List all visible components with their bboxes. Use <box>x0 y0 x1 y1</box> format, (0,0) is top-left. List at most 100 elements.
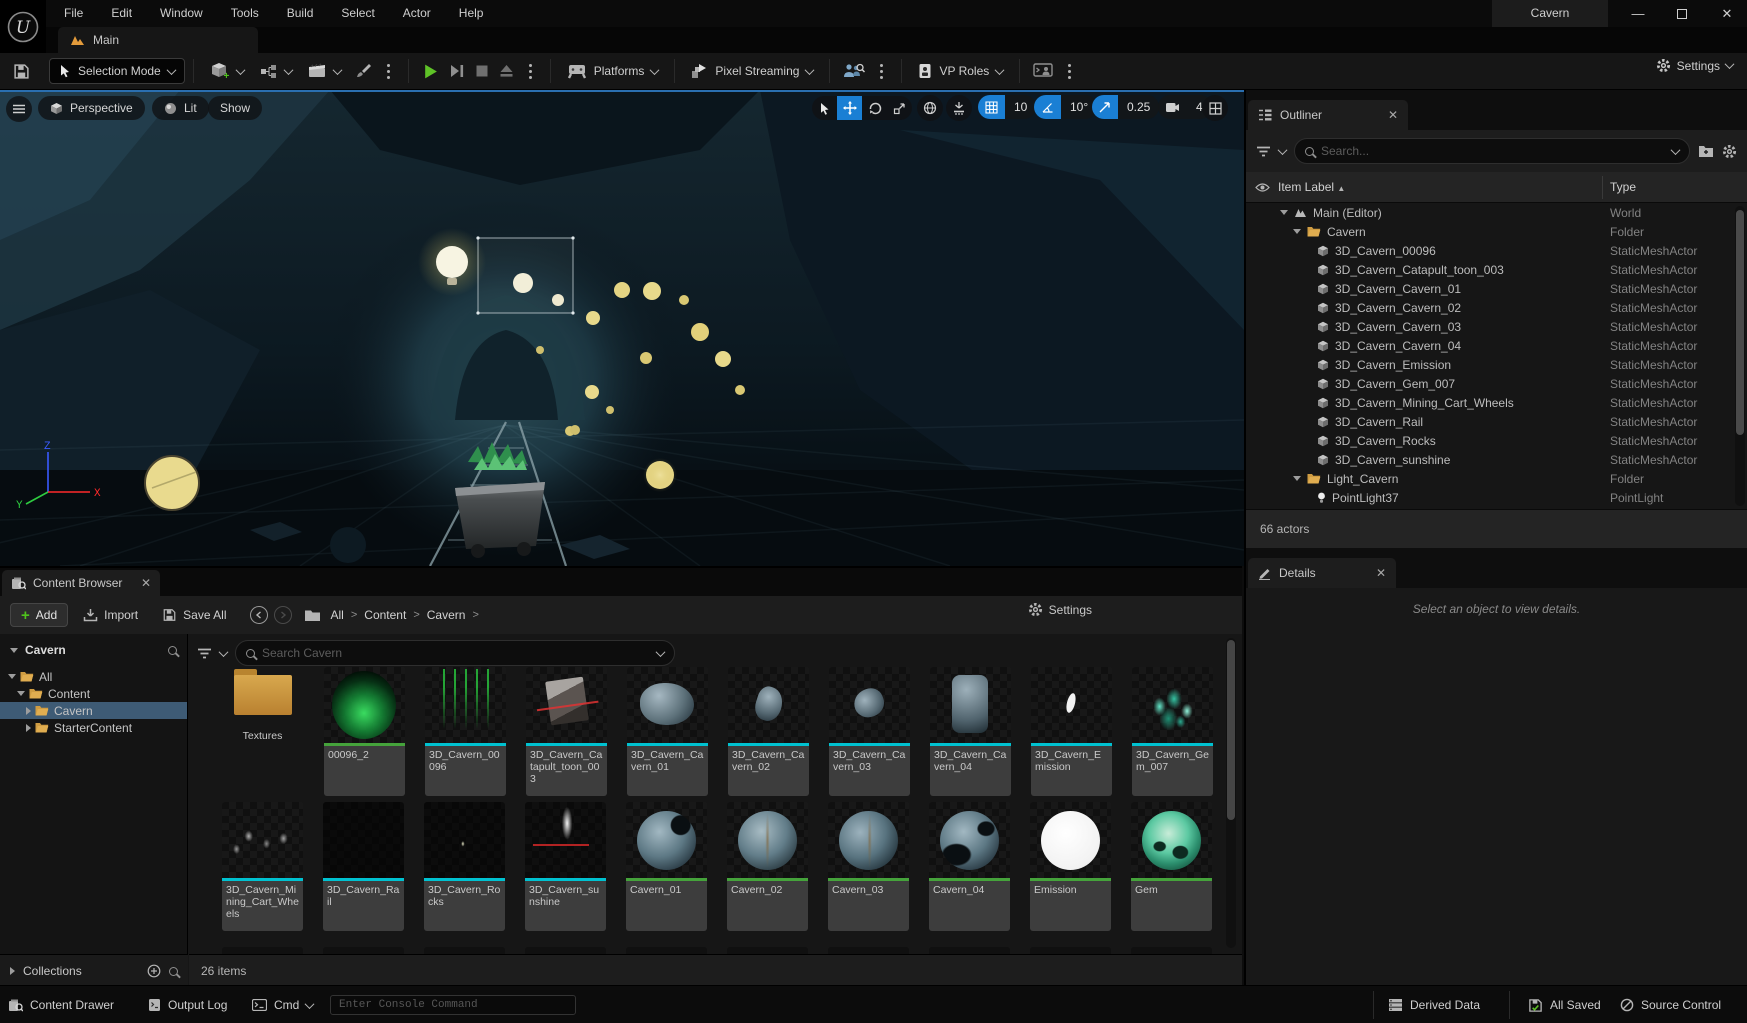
asset-tile[interactable]: Gem <box>1131 802 1212 931</box>
cinematics-button[interactable] <box>300 63 349 79</box>
rotation-snap-control[interactable]: 10° <box>1034 95 1098 119</box>
asset-grid-scrollbar[interactable] <box>1226 638 1236 948</box>
asset-tile[interactable]: 3D_Cavern_Rocks <box>424 802 505 931</box>
close-icon[interactable]: ✕ <box>141 576 151 590</box>
save-button[interactable] <box>8 58 35 84</box>
asset-tile-cutoff[interactable] <box>323 947 404 954</box>
surface-snapping-button[interactable] <box>946 95 972 121</box>
asset-tile-cutoff[interactable] <box>424 947 505 954</box>
filter-icon[interactable] <box>1256 146 1271 157</box>
outliner-row[interactable]: 3D_Cavern_Mining_Cart_Wheels StaticMeshAc… <box>1246 393 1747 412</box>
menu-window[interactable]: Window <box>146 0 217 27</box>
output-log-button[interactable]: Output Log <box>148 986 227 1023</box>
asset-tile[interactable]: 3D_Cavern_Catapult_toon_003 <box>526 667 607 796</box>
outliner-row[interactable]: Main (Editor) World <box>1246 203 1747 222</box>
close-icon[interactable]: ✕ <box>1388 108 1398 122</box>
collapse-icon[interactable] <box>8 674 16 679</box>
add-button[interactable]: + Add <box>10 603 69 627</box>
level-viewport[interactable]: ZYX Perspective Lit Show 10 10° 0.25 4 <box>0 90 1244 566</box>
viewport-perspective-dropdown[interactable]: Perspective <box>38 96 145 120</box>
asset-tile-cutoff[interactable] <box>929 947 1010 954</box>
menu-build[interactable]: Build <box>273 0 328 27</box>
viewport-options-menu[interactable] <box>6 96 32 122</box>
stop-button[interactable] <box>470 58 494 84</box>
scale-snap-control[interactable]: 0.25 <box>1092 95 1160 119</box>
outliner-search-field[interactable] <box>1294 138 1690 164</box>
chevron-down-icon[interactable] <box>1277 144 1288 155</box>
search-icon[interactable] <box>168 645 177 655</box>
asset-tile[interactable]: 3D_Cavern_00096 <box>425 667 506 796</box>
asset-tile[interactable]: Cavern_03 <box>828 802 909 931</box>
asset-tile[interactable]: 3D_Cavern_Cavern_01 <box>627 667 708 796</box>
world-local-space-button[interactable] <box>917 95 943 121</box>
pixel-streaming-dropdown[interactable]: Pixel Streaming <box>683 63 821 79</box>
collapse-icon[interactable] <box>1293 476 1301 481</box>
maximize-viewport-button[interactable] <box>1202 95 1228 121</box>
sources-header[interactable]: Cavern <box>0 638 187 662</box>
column-type[interactable]: Type <box>1610 180 1636 194</box>
chevron-down-icon[interactable] <box>1670 144 1681 155</box>
asset-tile[interactable]: Cavern_01 <box>626 802 707 931</box>
source-control-button[interactable]: Source Control <box>1620 986 1721 1023</box>
column-item-label[interactable]: Item Label ▲ <box>1278 180 1345 194</box>
import-button[interactable]: Import <box>74 608 147 622</box>
play-options-menu[interactable] <box>528 69 532 73</box>
outliner-row[interactable]: Cavern Folder <box>1246 222 1747 241</box>
collapse-icon[interactable] <box>1293 229 1301 234</box>
menu-actor[interactable]: Actor <box>389 0 445 27</box>
tree-item-content[interactable]: Content <box>0 685 187 702</box>
maximize-button[interactable] <box>1662 0 1702 27</box>
asset-tile-cutoff[interactable] <box>222 947 303 954</box>
play-button[interactable] <box>417 58 444 84</box>
console-command-input[interactable] <box>330 995 576 1015</box>
select-tool-button[interactable] <box>812 96 837 120</box>
tab-content-browser[interactable]: Content Browser ✕ <box>2 570 160 596</box>
search-icon[interactable] <box>169 966 178 976</box>
asset-tile[interactable]: Cavern_02 <box>727 802 808 931</box>
expand-icon[interactable] <box>26 723 31 732</box>
scrollbar-thumb[interactable] <box>1736 210 1744 435</box>
derived-data-button[interactable]: Derived Data <box>1388 986 1480 1023</box>
content-drawer-button[interactable]: Content Drawer <box>8 986 114 1023</box>
scale-snap-value[interactable]: 0.25 <box>1118 95 1160 119</box>
collections-section[interactable]: Collections <box>0 954 188 987</box>
platforms-dropdown[interactable]: Platforms <box>559 64 667 79</box>
editor-settings-dropdown[interactable]: Settings <box>1656 58 1735 73</box>
asset-tile[interactable]: 3D_Cavern_Cavern_03 <box>829 667 910 796</box>
selection-mode-dropdown[interactable]: Selection Mode <box>49 58 185 84</box>
save-all-button[interactable]: Save All <box>153 608 235 622</box>
outliner-row[interactable]: 3D_Cavern_Rocks StaticMeshActor <box>1246 431 1747 450</box>
outliner-row[interactable]: 3D_Cavern_Rail StaticMeshActor <box>1246 412 1747 431</box>
asset-folder-textures[interactable]: Textures <box>222 669 303 742</box>
content-browser-settings[interactable]: Settings <box>1028 602 1092 617</box>
asset-tile[interactable]: 3D_Cavern_Cavern_02 <box>728 667 809 796</box>
outliner-row[interactable]: 3D_Cavern_sunshine StaticMeshActor <box>1246 450 1747 469</box>
viewport-lit-dropdown[interactable]: Lit <box>152 96 209 120</box>
asset-tile-cutoff[interactable] <box>1030 947 1111 954</box>
outliner-row[interactable]: 3D_Cavern_Cavern_02 StaticMeshActor <box>1246 298 1747 317</box>
back-button[interactable] <box>249 606 268 624</box>
asset-tile[interactable]: 00096_2 <box>324 667 405 796</box>
asset-tile[interactable]: Emission <box>1030 802 1111 931</box>
close-icon[interactable]: ✕ <box>1376 566 1386 580</box>
multiuser-options-menu[interactable] <box>880 69 884 73</box>
collapse-icon[interactable] <box>17 691 25 696</box>
expand-icon[interactable] <box>26 706 31 715</box>
collapse-icon[interactable] <box>10 647 18 653</box>
cmd-dropdown[interactable]: Cmd <box>252 986 315 1023</box>
asset-tile-cutoff[interactable] <box>727 947 808 954</box>
outliner-row[interactable]: 3D_Cavern_Catapult_toon_003 StaticMeshAct… <box>1246 260 1747 279</box>
expand-icon[interactable] <box>10 967 15 975</box>
stage-monitor-button[interactable] <box>1028 58 1058 84</box>
add-collection-icon[interactable] <box>147 964 161 978</box>
menu-select[interactable]: Select <box>327 0 388 27</box>
unreal-logo[interactable]: U <box>0 0 46 53</box>
breadcrumb-cavern[interactable]: Cavern <box>423 608 470 622</box>
breadcrumb-content[interactable]: Content <box>360 608 410 622</box>
tree-item-all[interactable]: All <box>0 668 187 685</box>
asset-tile[interactable]: 3D_Cavern_Mining_Cart_Wheels <box>222 802 303 931</box>
asset-tile[interactable]: 3D_Cavern_Emission <box>1031 667 1112 796</box>
outliner-row[interactable]: 3D_Cavern_00096 StaticMeshActor <box>1246 241 1747 260</box>
outliner-row[interactable]: 3D_Cavern_Emission StaticMeshActor <box>1246 355 1747 374</box>
scale-tool-button[interactable] <box>887 96 912 120</box>
